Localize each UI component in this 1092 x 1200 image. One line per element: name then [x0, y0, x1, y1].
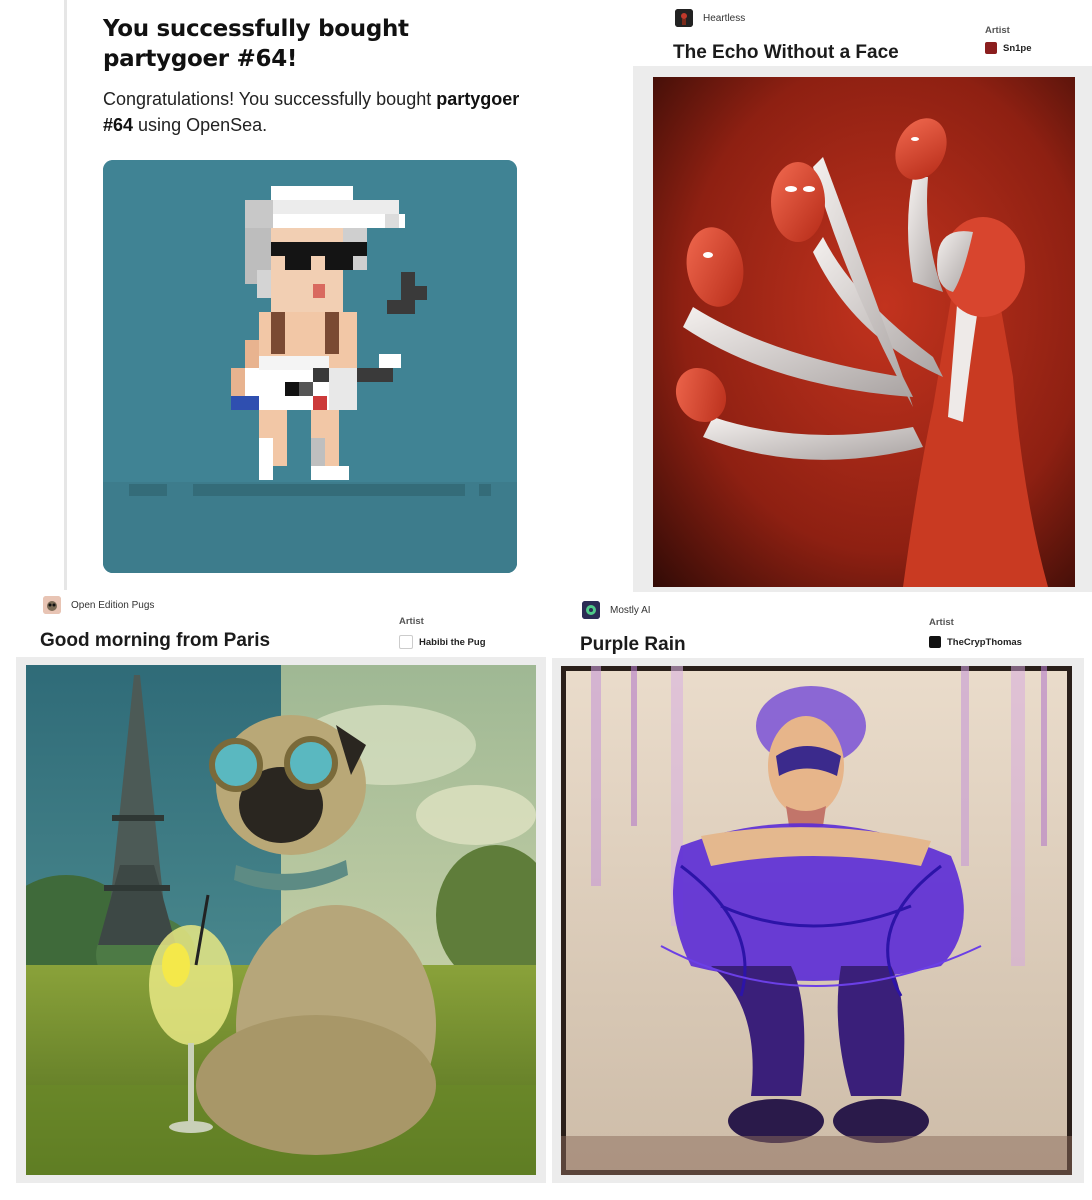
artwork-pug-illustration: [26, 665, 536, 1175]
panel-divider: [64, 0, 67, 590]
purchase-message-prefix: Congratulations! You successfully bought: [103, 89, 437, 109]
card-echo-title[interactable]: The Echo Without a Face: [673, 42, 899, 64]
artwork-good-morning-from-paris[interactable]: [26, 665, 536, 1175]
artist-label: Artist: [399, 616, 424, 627]
nft-image-partygoer[interactable]: [103, 160, 517, 573]
artist-name: Sn1pe: [1003, 42, 1032, 54]
purchase-message: Congratulations! You successfully bought…: [103, 86, 523, 138]
purchase-heading: You successfully bought partygoer #64!: [103, 16, 409, 72]
card-paris-title[interactable]: Good morning from Paris: [40, 630, 270, 652]
artwork-purple-rain-illustration: [561, 666, 1072, 1175]
collection-name: Open Edition Pugs: [71, 599, 155, 611]
artist-label: Artist: [929, 617, 954, 628]
artwork-purple-rain[interactable]: [561, 666, 1072, 1175]
artwork-echo-without-a-face[interactable]: [653, 77, 1075, 587]
purchase-confirmation-panel: You successfully bought partygoer #64! C…: [0, 0, 630, 590]
pixel-art-partygoer: [103, 160, 517, 573]
collection-avatar: [675, 9, 693, 27]
collection-name: Heartless: [703, 12, 746, 24]
artist-avatar: [399, 635, 413, 649]
card-paris-collection[interactable]: Open Edition Pugs: [43, 596, 154, 614]
collection-avatar: [43, 596, 61, 614]
card-purple-title[interactable]: Purple Rain: [580, 634, 686, 656]
artist-name: Habibi the Pug: [419, 636, 486, 648]
artist-avatar: [929, 636, 941, 648]
card-purple-collection[interactable]: Mostly AI: [582, 601, 651, 619]
purchase-message-suffix: using OpenSea.: [133, 115, 268, 135]
card-echo-collection[interactable]: Heartless: [675, 9, 745, 27]
artist-name: TheCrypThomas: [947, 636, 1022, 648]
artist-label: Artist: [985, 25, 1010, 36]
artwork-echo-illustration: [653, 77, 1075, 587]
artist-avatar: [985, 42, 997, 54]
collection-avatar: [582, 601, 600, 619]
card-paris-artist[interactable]: Habibi the Pug: [399, 635, 486, 649]
card-echo-artist[interactable]: Sn1pe: [985, 42, 1032, 54]
collection-name: Mostly AI: [610, 604, 651, 616]
card-purple-artist[interactable]: TheCrypThomas: [929, 636, 1022, 648]
